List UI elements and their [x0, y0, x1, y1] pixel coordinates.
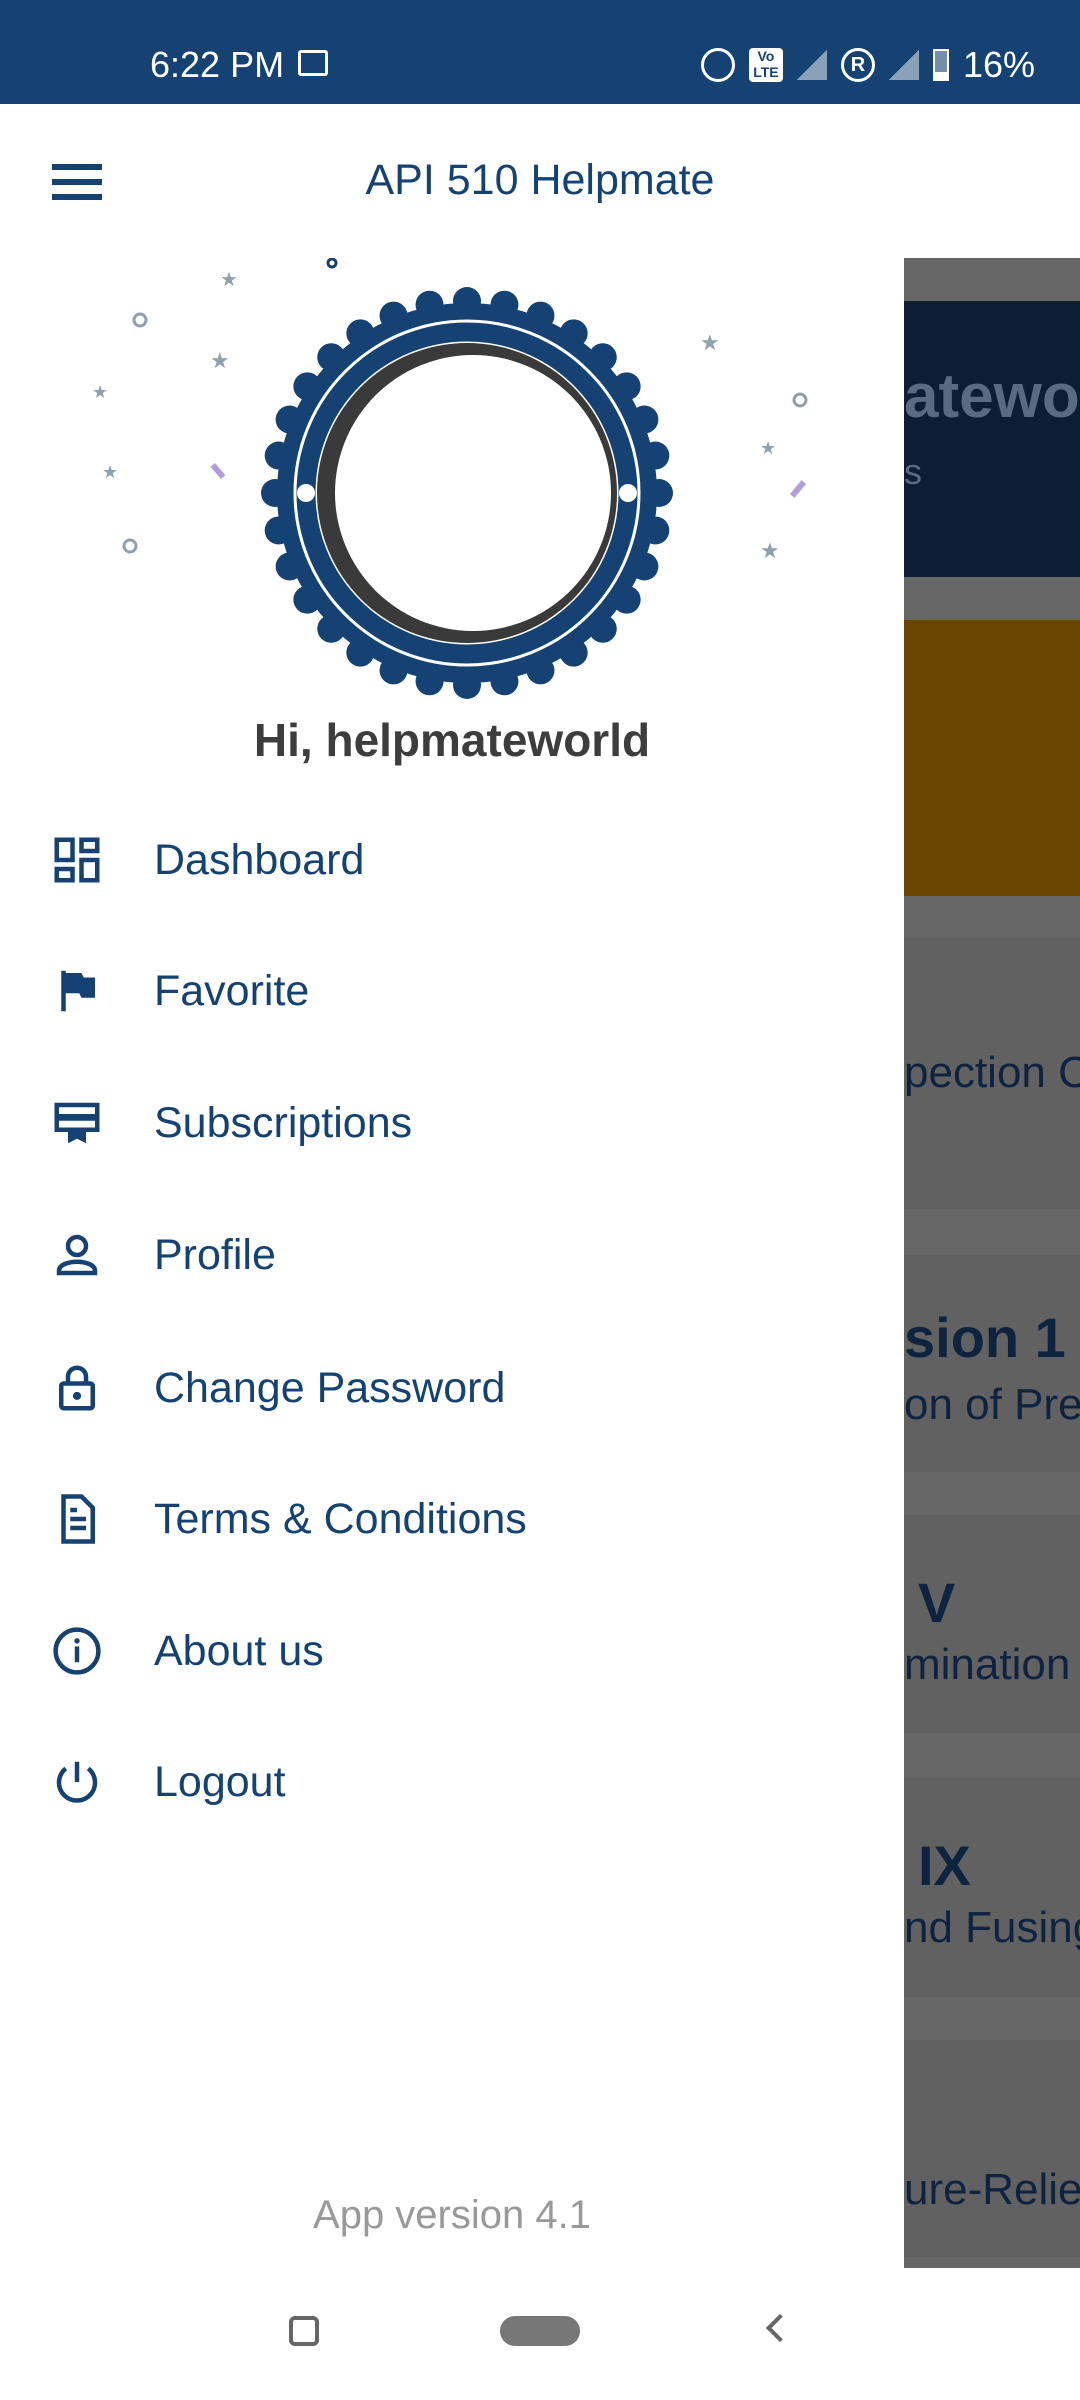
flag-icon: [61, 970, 95, 1012]
status-bar: 6:22 PM Vo LTE R 16%: [0, 0, 1080, 104]
svg-text:★: ★: [700, 330, 720, 355]
battery-percent: 16%: [962, 44, 1035, 85]
menu-item-logout[interactable]: Logout: [0, 1722, 904, 1842]
greeting: Hi, helpmateworld: [253, 714, 651, 766]
power-icon: [56, 1761, 98, 1803]
svg-text:★: ★: [210, 348, 230, 373]
recents-button[interactable]: [289, 2316, 319, 2346]
back-button[interactable]: [765, 2313, 795, 2343]
svg-text:★: ★: [102, 462, 118, 482]
navigation-drawer: ★ ★ ★ ★ ★ ★ ★ Hi, helpmateworld Dashboard F…: [0, 258, 904, 2268]
home-button[interactable]: [500, 2316, 580, 2346]
background-card: IX nd Fusing: [904, 1778, 1080, 1997]
background-content: atewor s pection C sion 1 on of Pres V m…: [904, 258, 1080, 2268]
alarm-icon: [700, 48, 735, 82]
confetti-decoration: ★ ★ ★ ★ ★ ★ ★: [92, 258, 808, 563]
menu-item-profile[interactable]: Profile: [0, 1195, 904, 1315]
battery-charging-icon: [932, 49, 949, 81]
app-title: API 510 Helpmate: [365, 156, 715, 204]
document-icon: [61, 1494, 95, 1544]
background-card: pection C: [904, 938, 1080, 1209]
svg-text:★: ★: [760, 538, 780, 563]
lock-icon: [59, 1365, 95, 1411]
roaming-icon: R: [840, 48, 875, 82]
svg-text:★: ★: [760, 438, 776, 458]
background-card: V mination: [904, 1515, 1080, 1733]
menu-item-subscriptions[interactable]: Subscriptions: [0, 1063, 904, 1183]
person-icon: [56, 1234, 98, 1276]
menu-item-terms[interactable]: Terms & Conditions: [0, 1459, 904, 1579]
background-card: sion 1 on of Pres: [904, 1255, 1080, 1472]
menu-item-change-password[interactable]: Change Password: [0, 1328, 904, 1448]
svg-text:★: ★: [220, 269, 238, 291]
menu-item-favorite[interactable]: Favorite: [0, 931, 904, 1051]
status-time: 6:22 PM: [150, 44, 285, 85]
outlook-icon: [298, 50, 328, 76]
info-icon: [53, 1627, 101, 1675]
signal-icon: [888, 50, 919, 80]
app-version: App version 4.1: [313, 2193, 591, 2237]
system-nav-bar: [0, 2268, 1080, 2400]
menu-item-about[interactable]: About us: [0, 1591, 904, 1711]
volte-icon: Vo LTE: [748, 48, 783, 82]
background-card: [904, 620, 1080, 896]
background-card: atewor s: [904, 301, 1080, 577]
card-membership-icon: [54, 1102, 100, 1144]
svg-text:★: ★: [92, 382, 108, 402]
background-card: ure-Reliev: [904, 2040, 1080, 2257]
app-bar: API 510 Helpmate: [0, 104, 1080, 258]
dashboard-icon: [54, 837, 100, 883]
signal-5g-icon: [796, 50, 827, 80]
menu-item-dashboard[interactable]: Dashboard: [0, 800, 904, 920]
